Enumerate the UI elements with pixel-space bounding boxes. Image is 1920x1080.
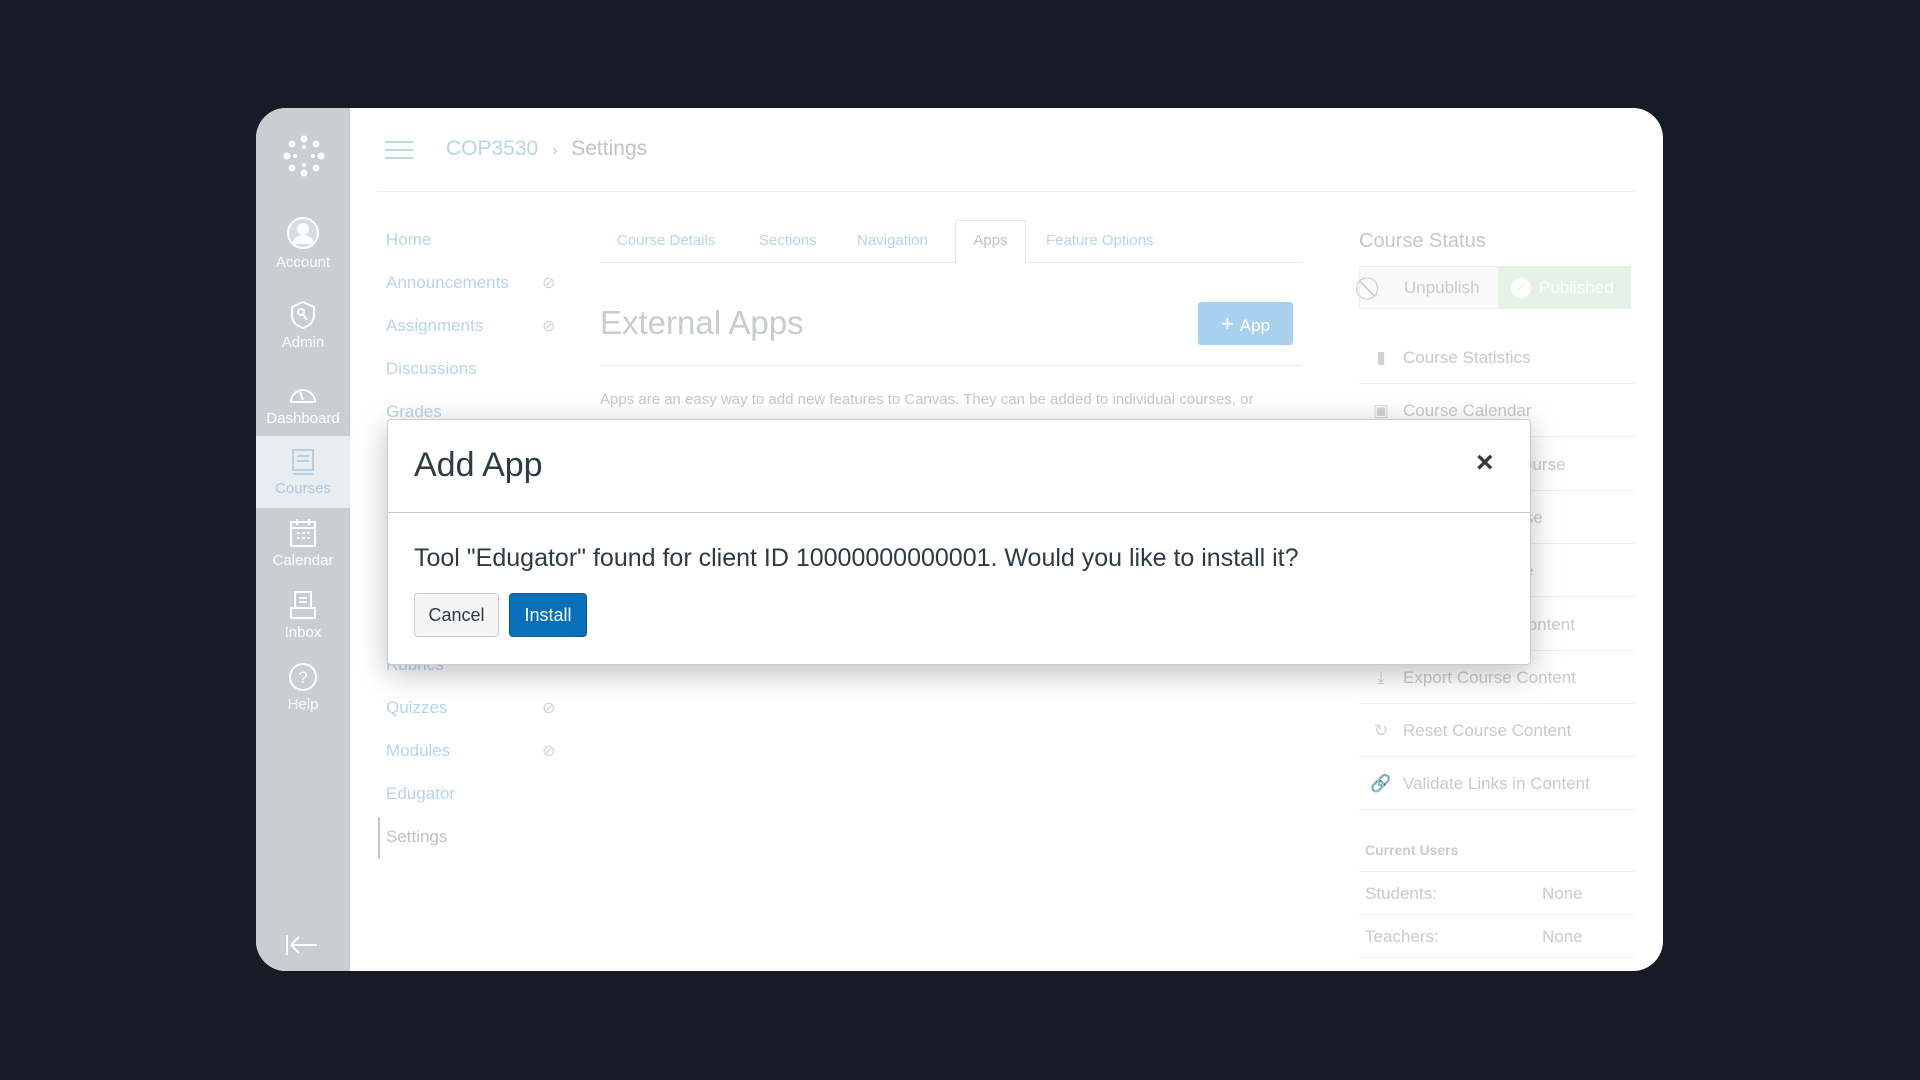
tab-feature-options[interactable]: Feature Options [1046,232,1154,249]
collapse-nav-icon[interactable] [285,934,319,956]
help-icon: ? [289,663,317,691]
course-action-validate-links-in-content[interactable]: 🔗 Validate Links in Content [1359,757,1635,811]
users-row-label: Teachers: [1365,927,1439,946]
breadcrumb-course-link[interactable]: COP3530 [446,137,538,160]
eye-slash-icon: ⊘ [542,743,556,760]
current-users-title: Current Users [1365,842,1459,858]
course-action-label: Export Course Content [1403,667,1576,687]
eye-slash-icon: ⊘ [542,318,556,335]
users-row-label: Students: [1365,884,1437,903]
tab-navigation[interactable]: Navigation [857,232,928,249]
nav-label: Courses [275,480,331,497]
nav-label: Admin [281,334,325,351]
users-row-value: None [1542,884,1583,903]
breadcrumb: COP3530 › Settings [446,137,647,161]
add-app-modal: Add App × Tool "Edugator" found for clie… [387,419,1531,665]
course-nav-settings[interactable]: Settings [386,827,447,847]
eye-slash-icon: ⊘ [542,275,556,292]
nav-calendar[interactable]: Calendar [256,518,350,569]
course-nav-home[interactable]: Home [386,230,431,250]
nav-label: Calendar [272,552,334,569]
active-indicator [378,817,380,859]
published-button[interactable]: ✓ Published [1499,266,1631,309]
courses-icon [292,449,314,475]
bar-chart-icon: ▮ [1376,348,1386,367]
add-app-label: App [1239,316,1271,335]
unpublish-label: Unpublish [1404,278,1480,297]
course-nav-discussions[interactable]: Discussions [386,359,477,379]
svg-text:?: ? [298,668,307,687]
nav-label: Inbox [284,624,322,641]
nav-inbox[interactable]: Inbox [256,590,350,641]
plus-icon: + [1220,311,1234,336]
nav-label: Dashboard [266,410,340,427]
nav-help[interactable]: ? Help [256,662,350,713]
page-heading: External Apps [600,304,804,341]
current-users-table: Students: None Teachers: None [1359,871,1635,958]
account-icon [287,217,319,249]
close-icon[interactable]: × [1476,446,1494,480]
course-nav-announcements[interactable]: Announcements [386,273,509,293]
tab-sections[interactable]: Sections [759,232,817,249]
hamburger-menu-icon[interactable] [385,140,413,160]
users-row: Students: None [1359,872,1635,915]
course-status-title: Course Status [1359,230,1486,252]
modal-title: Add App [414,446,543,484]
tab-course-details[interactable]: Course Details [617,232,715,249]
course-nav-edugator[interactable]: Edugator [386,784,455,804]
nav-label: Help [287,696,319,713]
cancel-button[interactable]: Cancel [414,593,499,637]
breadcrumb-separator: › [552,142,558,159]
tab-apps[interactable]: Apps [955,220,1026,263]
course-action-reset-course-content[interactable]: ↻ Reset Course Content [1359,704,1635,758]
unpublish-button[interactable]: ⃠Unpublish [1359,266,1499,309]
modal-divider [388,512,1530,513]
check-circle-icon: ✓ [1511,278,1531,298]
course-action-label: Course Calendar [1403,401,1532,421]
canvas-logo-icon[interactable] [282,134,326,178]
course-nav-assignments[interactable]: Assignments [386,316,483,336]
global-nav: Account Admin Dashboard Courses Calendar… [256,108,350,971]
header-divider [378,191,1635,192]
course-action-label: Reset Course Content [1403,721,1572,741]
course-action-label: Course Statistics [1403,348,1531,367]
course-action-label: Validate Links in Content [1403,774,1590,794]
reset-icon: ↻ [1373,721,1389,741]
dashboard-icon [289,389,317,403]
heading-divider [600,365,1302,366]
course-nav-modules[interactable]: Modules [386,741,450,761]
nav-label: Account [275,254,331,271]
nav-courses[interactable]: Courses [256,436,350,508]
course-action-course-statistics[interactable]: ▮ Course Statistics [1359,331,1635,384]
install-button[interactable]: Install [509,593,587,637]
link-icon: 🔗 [1370,774,1392,794]
course-nav-quizzes[interactable]: Quizzes [386,698,447,718]
nav-admin[interactable]: Admin [256,300,350,351]
published-label: Published [1539,278,1614,297]
modal-message: Tool "Edugator" found for client ID 1000… [414,544,1299,572]
breadcrumb-current: Settings [571,137,648,160]
users-row: Teachers: None [1359,915,1635,958]
nav-dashboard[interactable]: Dashboard [256,380,350,427]
inbox-icon [290,591,316,619]
users-row-value: None [1542,927,1583,946]
add-app-button[interactable]: + App [1198,302,1293,345]
apps-description: Apps are an easy way to add new features… [600,391,1254,408]
admin-shield-icon [291,300,315,330]
eye-slash-icon: ⊘ [542,700,556,717]
calendar-icon [290,519,316,547]
nav-account[interactable]: Account [256,216,350,271]
